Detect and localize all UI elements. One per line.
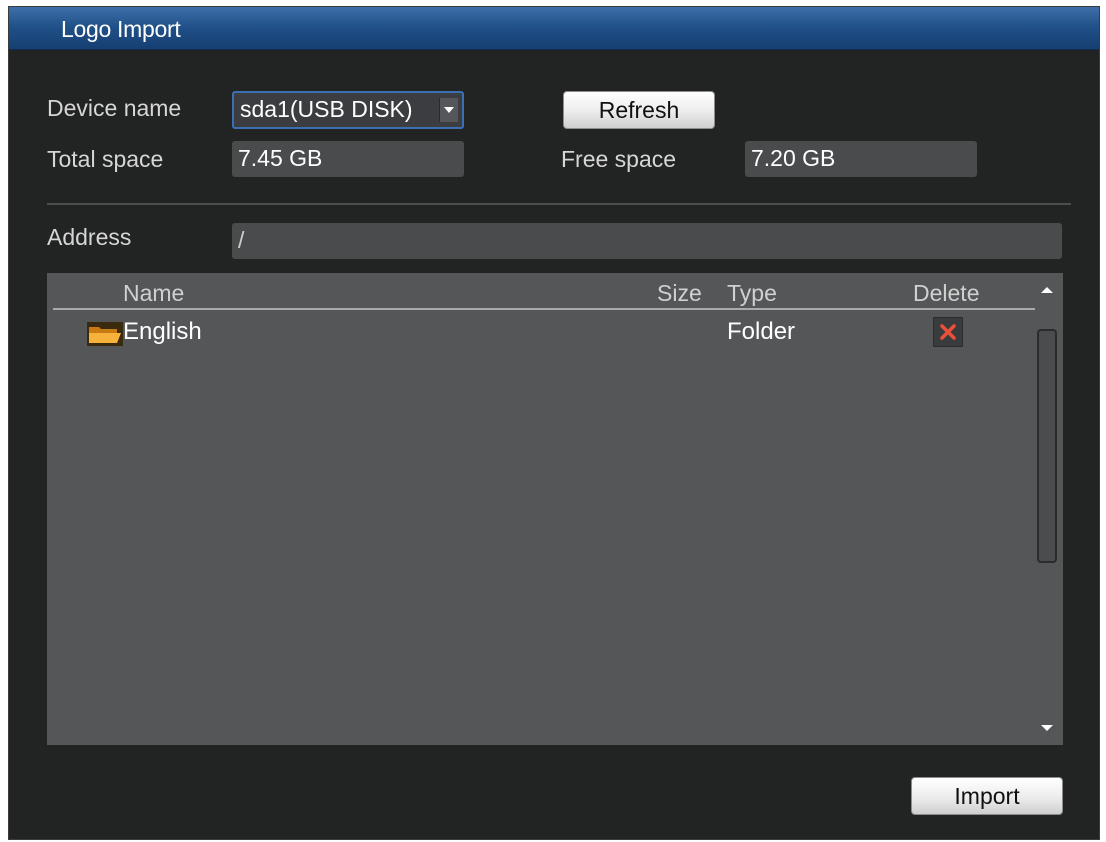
refresh-button[interactable]: Refresh xyxy=(563,91,715,129)
import-button[interactable]: Import xyxy=(911,777,1063,815)
header-divider xyxy=(53,308,1035,310)
list-item[interactable]: English Folder xyxy=(47,313,1033,349)
file-name: English xyxy=(123,318,202,345)
section-divider xyxy=(47,203,1071,205)
title-bar: Logo Import xyxy=(9,7,1099,50)
delete-x-icon xyxy=(940,324,956,340)
scroll-up-icon[interactable] xyxy=(1041,287,1053,293)
device-name-label: Device name xyxy=(47,95,182,121)
folder-icon xyxy=(87,322,123,346)
device-select[interactable]: sda1(USB DISK) xyxy=(232,91,464,129)
column-header-size: Size xyxy=(657,280,702,306)
delete-button[interactable] xyxy=(933,317,963,347)
column-header-type: Type xyxy=(727,280,777,306)
total-space-label: Total space xyxy=(47,146,164,172)
file-list: Name Size Type Delete English Folder xyxy=(47,273,1063,745)
free-space-field: 7.20 GB xyxy=(745,141,977,177)
logo-import-dialog: Logo Import Device name sda1(USB DISK) R… xyxy=(8,6,1100,840)
dialog-title: Logo Import xyxy=(61,16,181,42)
device-select-value: sda1(USB DISK) xyxy=(240,96,413,122)
scrollbar-thumb[interactable] xyxy=(1037,329,1057,563)
chevron-down-icon[interactable] xyxy=(439,98,458,122)
column-header-delete: Delete xyxy=(913,280,980,306)
address-field[interactable]: / xyxy=(232,223,1062,259)
address-label: Address xyxy=(47,224,132,250)
file-type: Folder xyxy=(727,318,796,345)
column-header-name: Name xyxy=(123,280,185,306)
free-space-label: Free space xyxy=(561,146,677,172)
scroll-down-icon[interactable] xyxy=(1041,725,1053,731)
total-space-field: 7.45 GB xyxy=(232,141,464,177)
